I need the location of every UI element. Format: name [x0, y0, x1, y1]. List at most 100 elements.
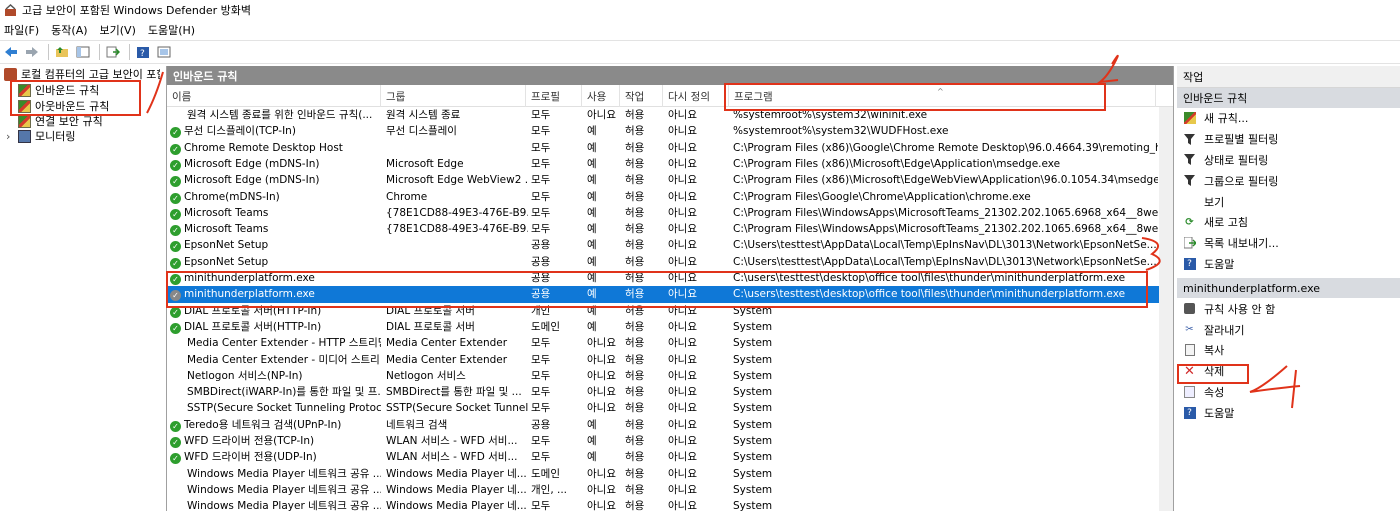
action-section2-0[interactable]: 규칙 사용 안 함	[1177, 298, 1400, 319]
cell-name: ✓ Chrome Remote Desktop Host	[170, 140, 381, 156]
cell-override: 아니요	[668, 320, 697, 333]
actions-pane: 작업 인바운드 규칙 새 규칙... 프로필별 필터링 상태로 필터링 그룹으로 필터…	[1177, 66, 1400, 511]
back-arrow-icon[interactable]	[2, 43, 20, 61]
cell-program: C:\Users\testtest\AppData\Local\Temp\EpI…	[733, 239, 1157, 252]
rule-name: Windows Media Player 네트워크 공유 ...	[187, 500, 381, 511]
cell-name: ✓ Microsoft Edge (mDNS-In)	[170, 156, 381, 172]
table-row[interactable]: Netlogon 서비스(NP-In) Netlogon 서비스 모두 아니요 허용 아니…	[167, 368, 1160, 384]
table-row[interactable]: Media Center Extender - 미디어 스트리... Media …	[167, 352, 1160, 368]
new-rule-icon	[1183, 112, 1196, 125]
table-row[interactable]: Media Center Extender - HTTP 스트리밍... Medi…	[167, 335, 1160, 351]
table-row[interactable]: ✓ minithunderplatform.exe 공용 예 허용 아니요 C:\users…	[167, 286, 1160, 303]
action-section1-5[interactable]: ⟳ 새로 고침	[1177, 212, 1400, 233]
table-row[interactable]: SMBDirect(iWARP-In)를 통한 파일 및 프... SMBDire…	[167, 384, 1160, 400]
cell-action: 허용	[625, 174, 645, 187]
table-row[interactable]: ✓ Chrome Remote Desktop Host 모두 예 허용 아니요 C:\Pr…	[167, 140, 1160, 156]
table-row[interactable]: ✓ Microsoft Teams {78E1CD88-49E3-476E-B9..…	[167, 221, 1160, 237]
cell-program: System	[733, 369, 773, 382]
console-tree-icon[interactable]	[74, 43, 92, 61]
cut-icon: ✂	[1185, 324, 1194, 336]
rule-name: minithunderplatform.exe	[184, 288, 315, 301]
cell-profile: 모두	[531, 435, 551, 447]
cell-action: 허용	[625, 157, 645, 170]
tree-item-inbound[interactable]: 인바운드 규칙	[0, 82, 160, 98]
cell-profile: 도메인	[531, 320, 560, 333]
cell-override: 아니요	[668, 109, 697, 121]
table-row[interactable]: ✓ Chrome(mDNS-In) Chrome 모두 예 허용 아니요 C:\Program…	[167, 189, 1160, 205]
col-enabled[interactable]: 사용	[582, 85, 620, 107]
cell-override: 아니요	[668, 435, 697, 447]
action-section1-4[interactable]: 보기	[1177, 191, 1400, 212]
filter-icon	[1183, 174, 1196, 187]
table-row[interactable]: ✓ EpsonNet Setup 공용 예 허용 아니요 C:\Users\testtest…	[167, 254, 1160, 270]
action-section2-3[interactable]: ✕ 삭제	[1177, 361, 1400, 382]
cell-program: System	[733, 435, 773, 447]
actions-section-inbound[interactable]: 인바운드 규칙	[1177, 88, 1400, 108]
table-row[interactable]: Windows Media Player 네트워크 공유 ... Windows …	[167, 466, 1160, 482]
properties-icon[interactable]	[155, 43, 173, 61]
tree-item-outbound[interactable]: 아웃바운드 규칙	[0, 98, 160, 114]
action-section1-1[interactable]: 프로필별 필터링	[1177, 129, 1400, 150]
menu-help[interactable]: 도움말(H)	[148, 22, 195, 38]
cell-use: 아니요	[587, 337, 616, 350]
col-group[interactable]: 그룹	[381, 85, 526, 107]
cell-profile: 모두	[531, 402, 551, 415]
rule-name: Netlogon 서비스(NP-In)	[187, 369, 303, 382]
up-folder-icon[interactable]	[53, 43, 71, 61]
table-row[interactable]: Windows Media Player 네트워크 공유 ... Windows …	[167, 498, 1160, 511]
blank-icon	[1183, 195, 1196, 208]
table-row[interactable]: ✓ EpsonNet Setup 공용 예 허용 아니요 C:\Users\testtest…	[167, 237, 1160, 253]
table-row[interactable]: ✓ WFD 드라이버 전용(TCP-In) WLAN 서비스 - WFD 서비...…	[167, 433, 1160, 449]
table-row[interactable]: ✓ minithunderplatform.exe 공용 예 허용 아니요 C:\users…	[167, 270, 1160, 286]
cell-name: Media Center Extender - 미디어 스트리...	[170, 352, 381, 368]
cell-group	[386, 254, 528, 270]
action-section1-2[interactable]: 상태로 필터링	[1177, 150, 1400, 171]
tree-root[interactable]: 로컬 컴퓨터의 고급 보안이 포함	[0, 66, 160, 82]
help-icon[interactable]: ?	[134, 43, 152, 61]
action-section2-4[interactable]: 속성	[1177, 382, 1400, 403]
table-row[interactable]: ✓ Microsoft Teams {78E1CD88-49E3-476E-B9..…	[167, 205, 1160, 221]
tree-item-connection-security[interactable]: 연결 보안 규칙	[0, 114, 160, 128]
cell-group: Windows Media Player 네...	[386, 467, 527, 480]
table-row[interactable]: ✓ 무선 디스플레이(TCP-In) 무선 디스플레이 모두 예 허용 아니요 %system…	[167, 123, 1160, 139]
table-row[interactable]: ✓ DIAL 프로토콜 서버(HTTP-In) DIAL 프로토콜 서버 개인 예 허용 아…	[167, 303, 1160, 319]
table-row[interactable]: ✓ Teredo용 네트워크 검색(UPnP-In) 네트워크 검색 공용 예 허용 아니요…	[167, 417, 1160, 433]
cell-use: 예	[587, 418, 597, 431]
action-section2-1[interactable]: ✂ 잘라내기	[1177, 319, 1400, 340]
menu-action[interactable]: 동작(A)	[51, 22, 87, 38]
table-row[interactable]: SSTP(Secure Socket Tunneling Protocol)..…	[167, 400, 1160, 416]
action-label: 보기	[1204, 195, 1225, 209]
action-section1-0[interactable]: 새 규칙...	[1177, 108, 1400, 129]
expand-chevron-icon[interactable]: ›	[6, 130, 18, 143]
table-row[interactable]: 원격 시스템 종료를 위한 인바운드 규칙(... 원격 시스템 종료 모두 아니요 허…	[167, 107, 1160, 123]
menu-view[interactable]: 보기(V)	[100, 22, 136, 38]
table-row[interactable]: Windows Media Player 네트워크 공유 ... Windows …	[167, 482, 1160, 498]
export-icon[interactable]	[104, 43, 122, 61]
table-row[interactable]: ✓ Microsoft Edge (mDNS-In) Microsoft Edge …	[167, 172, 1160, 188]
col-name[interactable]: 이름	[167, 85, 381, 107]
rule-name: Microsoft Edge (mDNS-In)	[184, 174, 320, 187]
column-header: 이름 그룹 프로필 사용 작업 다시 정의 프로그램 ^	[167, 85, 1173, 107]
rule-name: SMBDirect(iWARP-In)를 통한 파일 및 프...	[187, 386, 381, 399]
action-section2-2[interactable]: 복사	[1177, 340, 1400, 361]
table-row[interactable]: ✓ DIAL 프로토콜 서버(HTTP-In) DIAL 프로토콜 서버 도메인 예 허용…	[167, 319, 1160, 335]
action-section1-6[interactable]: 목록 내보내기...	[1177, 233, 1400, 254]
col-override[interactable]: 다시 정의	[663, 85, 729, 107]
cell-program: System	[733, 353, 773, 366]
forward-arrow-icon[interactable]	[23, 43, 41, 61]
cell-program: C:\Program Files\Google\Chrome\Applicati…	[733, 190, 1031, 203]
action-label: 상태로 필터링	[1204, 153, 1269, 167]
menu-file[interactable]: 파일(F)	[4, 22, 39, 38]
tree-item-monitoring[interactable]: › 모니터링	[0, 128, 160, 144]
actions-section-selected[interactable]: minithunderplatform.exe	[1177, 278, 1400, 299]
col-profile[interactable]: 프로필	[526, 85, 582, 107]
col-action[interactable]: 작업	[620, 85, 663, 107]
action-section1-3[interactable]: 그룹으로 필터링	[1177, 170, 1400, 191]
action-section1-7[interactable]: ? 도움말	[1177, 254, 1400, 275]
tree-item-label: 모니터링	[35, 130, 76, 143]
table-row[interactable]: ✓ Microsoft Edge (mDNS-In) Microsoft Edge 모…	[167, 156, 1160, 172]
cell-group: DIAL 프로토콜 서버	[386, 320, 475, 333]
vertical-scrollbar[interactable]	[1159, 107, 1173, 511]
table-row[interactable]: ✓ WFD 드라이버 전용(UDP-In) WLAN 서비스 - WFD 서비...…	[167, 449, 1160, 465]
action-section2-5[interactable]: ? 도움말	[1177, 402, 1400, 423]
